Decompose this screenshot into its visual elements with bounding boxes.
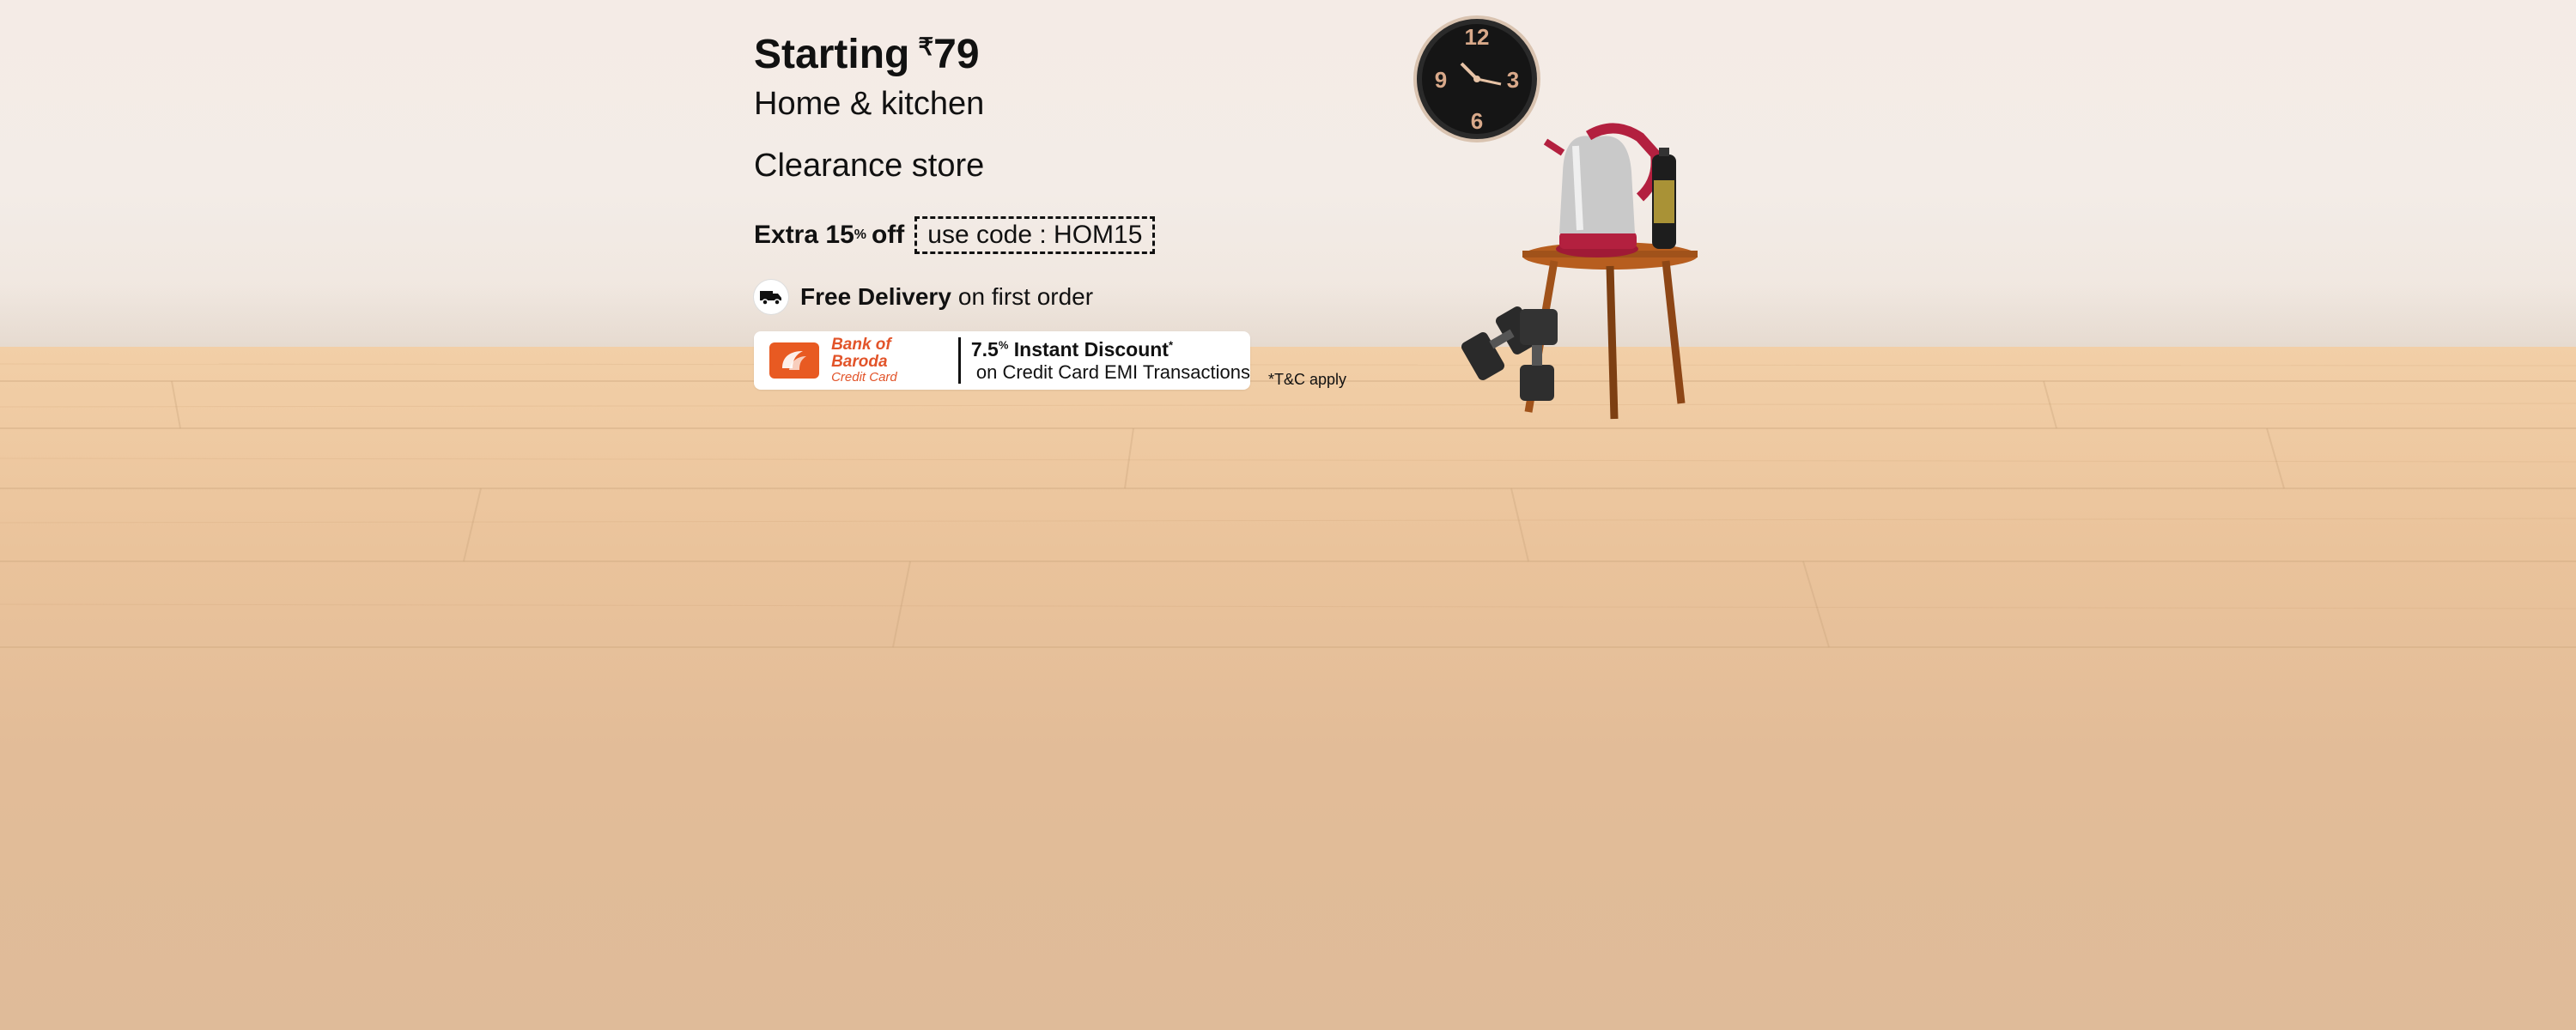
discount-asterisk: * — [1168, 338, 1174, 352]
currency-symbol: ₹ — [918, 33, 934, 60]
svg-text:3: 3 — [1507, 67, 1519, 93]
promo-banner[interactable]: Starting ₹79 Home & kitchen Clearance sto… — [0, 0, 2576, 1030]
store-subtitle: Clearance store — [754, 148, 985, 184]
svg-text:6: 6 — [1471, 108, 1483, 134]
electric-kettle — [1543, 123, 1662, 258]
wooden-floor — [0, 347, 2576, 1030]
truck-icon — [754, 280, 788, 314]
bank-offer-card[interactable]: Bank of Baroda Credit Card 7.5% Instant … — [754, 331, 1250, 390]
discount-value: 7.5 — [970, 338, 999, 361]
extra-offer: Extra 15% off use code : HOM15 — [754, 216, 1156, 254]
divider — [957, 337, 961, 384]
floor-planks — [0, 347, 2576, 648]
offer-prefix: Extra 15 — [754, 221, 854, 249]
svg-text:9: 9 — [1435, 67, 1447, 93]
delivery-bold: Free Delivery — [800, 283, 951, 310]
discount-detail: on Credit Card EMI Transactions — [975, 360, 1250, 383]
headline-prefix: Starting — [754, 32, 910, 77]
dumbbell — [1461, 306, 1558, 401]
bank-card-type: Credit Card — [831, 370, 897, 385]
discount-percent: % — [998, 338, 1009, 352]
headline: Starting ₹79 — [754, 31, 980, 78]
discount-title: Instant Discount — [1013, 338, 1169, 361]
product-illustration: 12 3 6 9 — [1408, 0, 1717, 429]
headline-price: 79 — [933, 32, 980, 77]
bank-name: Bank of Baroda — [831, 336, 891, 372]
spray-can — [1652, 148, 1676, 249]
terms-note: *T&C apply — [1268, 371, 1347, 388]
promo-code-box: use code : HOM15 — [914, 216, 1156, 254]
wall-shadow — [0, 283, 2576, 348]
category-title: Home & kitchen — [754, 86, 985, 122]
svg-text:12: 12 — [1465, 24, 1490, 50]
offer-suffix: off — [871, 221, 905, 249]
bank-name-block: Bank of Baroda Credit Card — [831, 336, 948, 385]
free-delivery-line: Free Delivery on first order — [754, 280, 1093, 314]
offer-percent: % — [854, 227, 866, 242]
discount-text: 7.5% Instant Discount* on Credit Card EM… — [971, 338, 1250, 383]
wall-clock: 12 3 6 9 — [1413, 15, 1540, 142]
delivery-rest: on first order — [957, 283, 1094, 310]
discount-headline: 7.5% Instant Discount* — [971, 338, 1250, 360]
bank-of-baroda-logo — [769, 342, 820, 379]
